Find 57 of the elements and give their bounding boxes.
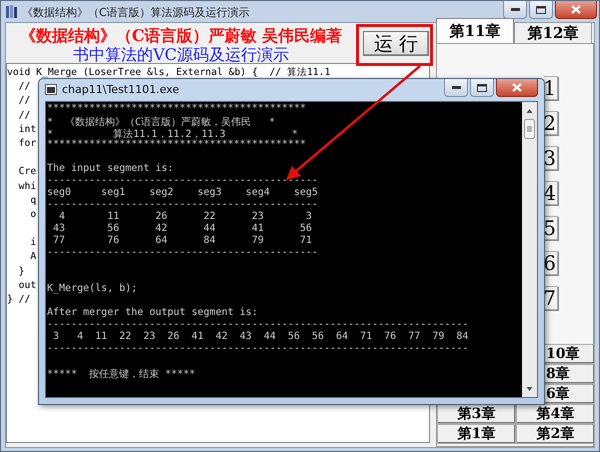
console-line: ******************************************* [47,103,307,115]
console-line: 4 11 26 22 23 3 [58,211,313,223]
console-title: chap11\Test1101.exe [62,82,180,96]
console-line: --------------------------------------------- [47,199,319,211]
algorithm-button[interactable]: 2 [544,111,558,135]
console-line: 77 76 64 84 79 71 [52,235,313,247]
console-line: ---------------------------------------------------------------------- [47,319,470,331]
console-line: K_Merge(ls, b); [47,283,138,295]
console-line: ---------------------------------------------------------------------- [47,343,470,355]
console-line: 3 4 11 22 23 26 41 42 43 44 56 56 64 71 76 77 79 84 [52,331,470,343]
app-icon [5,4,18,19]
close-button[interactable] [555,1,597,19]
console-line: * 《数据结构》（C语言版）严蔚敏，吴伟民 * [47,116,276,127]
minimize-icon [452,86,460,90]
chapter-tab[interactable]: 第11章 [436,18,514,43]
console-line: ******************************************* [47,139,307,151]
algorithm-button[interactable]: 6 [544,251,558,275]
algorithm-button[interactable]: 4 [544,181,558,205]
console-line: The input segment is: [47,163,174,175]
scroll-up-icon[interactable] [526,107,533,115]
book-title: 《数据结构》（C语言版）严蔚敏 吴伟民编著 [20,26,342,45]
book-subtitle: 书中算法的VC源码及运行演示 [73,45,289,64]
algorithm-button[interactable]: 5 [544,216,558,240]
close-icon [512,83,522,92]
maximize-icon [536,6,546,14]
minimize-button[interactable] [444,79,468,97]
chapter-button[interactable]: 第1章 [437,424,516,444]
console-line: 43 56 42 44 41 56 [52,223,313,235]
maximize-icon [477,84,487,92]
maximize-button[interactable] [529,1,553,19]
chapter-button[interactable]: 第3章 [437,404,516,424]
algorithm-button[interactable]: 3 [544,146,558,170]
algorithm-button[interactable]: 7 [544,286,558,310]
console-line: seg0 seg1 seg2 seg3 seg4 seg5 [47,187,319,199]
chapter-button[interactable]: 第4章 [516,404,595,424]
chapter-tab[interactable]: 第12章 [514,22,592,43]
console-line: * 算法11.1，11.2，11.3 * [47,128,298,139]
window-title: 《数据结构》（C语言版）算法源码及运行演示 [22,5,251,20]
scroll-down-icon[interactable] [526,385,533,393]
minimize-button[interactable] [503,1,527,19]
console-line: ***** 按任意键，结束 ***** [47,368,196,379]
close-icon [571,5,581,14]
algorithm-button[interactable]: 1 [544,76,558,100]
chapter-button[interactable]: 第2章 [516,424,595,444]
console-line: --------------------------------------------- [47,175,319,187]
chapter-button[interactable]: 8章 [544,364,595,384]
console-icon [45,84,57,95]
close-button[interactable] [496,79,538,97]
chapter-button[interactable]: 6章 [544,384,595,404]
chapter-button[interactable]: 10章 [544,344,595,364]
minimize-icon [510,8,520,12]
maximize-button[interactable] [470,79,494,97]
run-button[interactable]: 运 行 [363,31,429,56]
scrollbar[interactable] [522,102,537,397]
scroll-thumb-icon[interactable] [524,119,535,139]
console-line: After merger the output segment is: [47,307,259,319]
console-line: --------------------------------------------- [47,247,319,259]
